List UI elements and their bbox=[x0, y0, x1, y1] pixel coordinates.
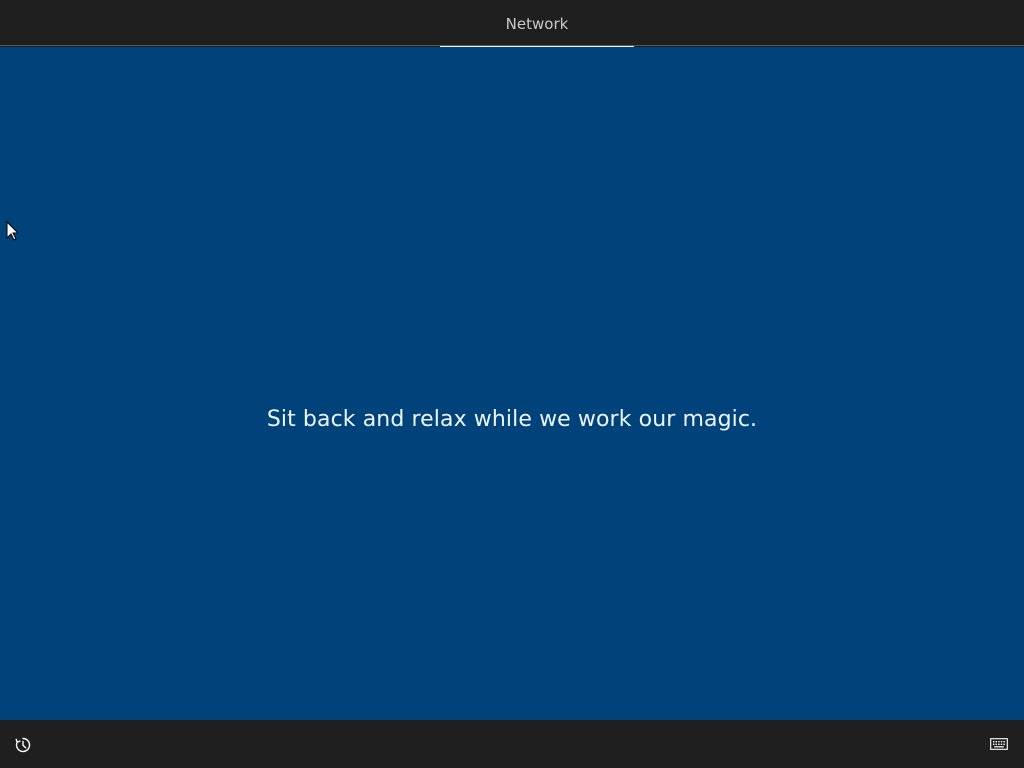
step-network: Network bbox=[440, 0, 634, 48]
setup-message: Sit back and relax while we work our mag… bbox=[266, 407, 758, 432]
setup-progress-bar: Network bbox=[0, 0, 1024, 48]
setup-content: Sit back and relax while we work our mag… bbox=[0, 47, 1024, 720]
keyboard-icon[interactable] bbox=[990, 738, 1008, 750]
setup-screen: Network Sit back and relax while we work… bbox=[0, 0, 1024, 768]
bottom-bar bbox=[0, 720, 1024, 768]
mouse-pointer-icon bbox=[6, 221, 18, 241]
ease-of-access-icon[interactable] bbox=[14, 736, 32, 754]
